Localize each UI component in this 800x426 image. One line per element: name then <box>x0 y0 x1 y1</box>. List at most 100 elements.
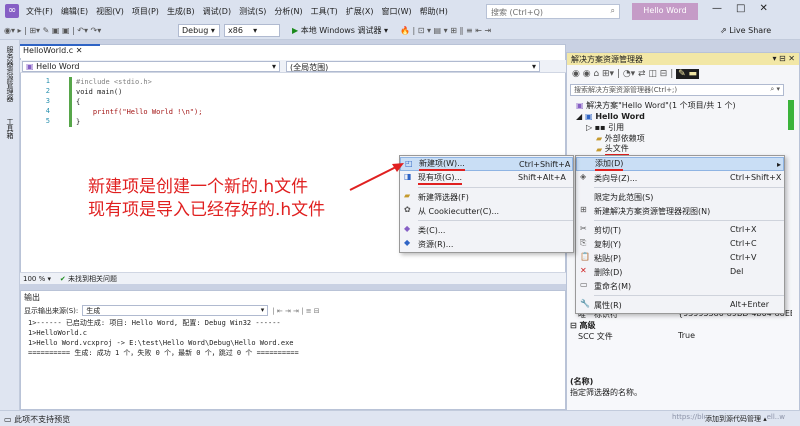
check-icon: ✔ <box>59 275 66 283</box>
code-text: printf("Hello World !\n"); <box>76 108 203 116</box>
menu-item[interactable]: 编辑(E) <box>57 6 92 17</box>
context-menu-item[interactable]: ✕ 删除(D) Del <box>576 265 784 279</box>
project-icon: ▣ <box>26 62 34 71</box>
context-menu-item[interactable]: 📋 粘贴(P) Ctrl+V <box>576 251 784 265</box>
toolbox-tab[interactable]: 工具箱 <box>5 118 15 139</box>
submenu-item[interactable]: ◆ 类(C)... <box>400 223 573 237</box>
menu-separator <box>418 220 573 221</box>
source-control-button[interactable]: 添加到源代码管理 ▴ <box>705 414 767 424</box>
annotation-arrow <box>349 163 404 191</box>
menu-item[interactable]: 项目(P) <box>128 6 163 17</box>
code-area[interactable]: 1 #include <stdio.h> 2 void main() 3{4 print… <box>36 77 203 127</box>
toolbar-tools[interactable]: 🔥 | ⊡ ▾ ▤ ▾ ⊞ ∥ ≡ ⇤ ⇥ <box>400 24 491 37</box>
menu-item-icon: 🔧 <box>580 299 590 308</box>
menu-item-icon: 📋 <box>580 252 590 261</box>
code-line[interactable]: 3{ <box>36 97 202 107</box>
submenu-arrow-icon: ▸ <box>777 160 782 169</box>
scope-left-select[interactable]: ▣ Hello Word ▾ <box>22 61 280 72</box>
context-menu-item[interactable]: ▭ 重命名(M) <box>576 279 784 293</box>
menu-item[interactable]: 文件(F) <box>22 6 57 17</box>
submenu-item-label: 从 Cookiecutter(C)... <box>418 206 500 216</box>
output-source-row: 显示输出来源(S): 生成 ▾ | ⇤ ⇥ ⇥ | ≡ ⊟ <box>24 305 320 316</box>
menu-item[interactable]: 测试(S) <box>235 6 270 17</box>
tab-helloworld[interactable]: HelloWorld.c ✕ <box>20 44 100 58</box>
context-menu-item[interactable]: ⎘ 复制(Y) Ctrl+C <box>576 237 784 251</box>
code-text: void main() <box>76 88 123 96</box>
prop-desc-text: 指定筛选器的名称。 <box>570 388 642 397</box>
submenu-item-label: 新建筛选器(F) <box>418 192 469 202</box>
menu-item-icon: ✕ <box>580 266 587 275</box>
menu-item[interactable]: 工具(T) <box>307 6 342 17</box>
submenu-item[interactable]: ◆ 资源(R)... <box>400 237 573 251</box>
menu-separator <box>594 220 784 221</box>
scope-left-value: Hello Word <box>36 62 80 71</box>
expand-icon[interactable]: ◢ <box>576 112 582 121</box>
context-menu-item[interactable]: 添加(D) ▸ <box>576 157 784 171</box>
code-line[interactable]: 5} <box>36 117 202 127</box>
scope-right-value: (全局范围) <box>290 63 329 72</box>
output-title: 输出 <box>24 293 40 302</box>
menu-item-icon: ⊞ <box>580 205 587 214</box>
context-menu-item[interactable]: ◈ 类向导(Z)... Ctrl+Shift+X <box>576 171 784 185</box>
tree-item-project[interactable]: ◢ ▣ Hello Word <box>572 111 736 122</box>
tree-item-external-deps[interactable]: ▰ 外部依赖项 <box>572 133 736 144</box>
menu-item[interactable]: 调试(D) <box>199 6 235 17</box>
code-text: } <box>76 118 81 126</box>
menu-item-label: 粘贴(P) <box>594 253 622 263</box>
output-line: ========== 生成: 成功 1 个，失败 0 个，最新 0 个，跳过 0… <box>28 349 299 357</box>
menu-item-shortcut: Ctrl+C <box>730 239 757 248</box>
code-line[interactable]: 4 printf("Hello World !\n"); <box>36 107 203 117</box>
tree-label: 解决方案"Hello Word"(1 个项目/共 1 个) <box>586 101 736 110</box>
nav-buttons[interactable]: ◉▾ ▸ | ⊞▾ ✎ ▣ ▣ | ↶▾ ↷▾ <box>4 24 101 37</box>
search-input[interactable]: 搜索 (Ctrl+Q) ⌕ <box>486 4 620 19</box>
close-icon[interactable]: ✕ <box>76 46 83 55</box>
context-menu-item[interactable]: 限定为此范围(S) <box>576 190 784 204</box>
folder-icon: ▰ <box>596 134 603 143</box>
output-source-select[interactable]: 生成 ▾ <box>82 305 269 316</box>
tree-label: 引用 <box>608 123 625 132</box>
menu-item-label: 重命名(M) <box>594 281 632 291</box>
line-number: 3 <box>45 97 50 105</box>
menu-item[interactable]: 视图(V) <box>92 6 128 17</box>
config-select[interactable]: Debug ▾ <box>178 24 220 37</box>
context-menu-item[interactable]: ✂ 剪切(T) Ctrl+X <box>576 223 784 237</box>
zoom-level[interactable]: 100 % <box>23 275 45 283</box>
line-number: 2 <box>45 87 50 95</box>
tree-item-header-files[interactable]: ▰ 头文件 <box>572 144 736 156</box>
context-menu-item[interactable]: ⊞ 新建解决方案资源管理器视图(N) <box>576 204 784 218</box>
menu-item[interactable]: 帮助(H) <box>416 6 452 17</box>
submenu-item[interactable]: ◰ 新建项(W)... Ctrl+Shift+A <box>400 157 573 171</box>
platform-select[interactable]: x86 ▾ <box>224 24 280 37</box>
solution-explorer-toolbar[interactable]: ◉ ◉ ⌂ ⊞▾ | ◔▾ ⇄ ◫ ⊟ | ✎ ▬ <box>572 69 700 79</box>
submenu-item[interactable]: ◨ 现有项(G)... Shift+Alt+A <box>400 171 573 185</box>
submenu-item[interactable]: ✿ 从 Cookiecutter(C)... <box>400 204 573 218</box>
menu-item[interactable]: 扩展(X) <box>342 6 378 17</box>
tree-item-references[interactable]: ▷ ▪▪ 引用 <box>572 122 736 133</box>
submenu-item-label: 类(C)... <box>418 225 446 235</box>
run-button[interactable]: ▶ 本地 Windows 调试器 ▾ <box>292 24 388 37</box>
submenu-item[interactable]: ▰ 新建筛选器(F) <box>400 190 573 204</box>
menu-item[interactable]: 窗口(W) <box>378 6 416 17</box>
server-explorer-tab[interactable]: 服务器资源管理器 <box>5 46 15 102</box>
collapse-icon[interactable]: ▷ <box>586 123 592 132</box>
editor-status-bar: 100 % ▾ ✔ 未找到相关问题 <box>20 272 566 284</box>
solution-search[interactable]: 搜索解决方案资源管理器(Ctrl+;) ⌕ ▾ <box>570 84 784 96</box>
live-share-button[interactable]: ⇗ Live Share <box>720 24 771 37</box>
menu-item-shortcut: Del <box>730 267 744 276</box>
code-line[interactable]: 1 #include <stdio.h> <box>36 77 202 87</box>
menu-item-label: 剪切(T) <box>594 225 622 235</box>
prop-value[interactable]: True <box>678 331 695 340</box>
menu-item[interactable]: 分析(N) <box>270 6 306 17</box>
prop-key: SCC 文件 <box>578 332 613 341</box>
share-icon: ⇗ <box>720 26 727 35</box>
prop-group[interactable]: ⊟ 高级 <box>570 320 596 331</box>
scope-right-select[interactable]: (全局范围) ▾ <box>286 61 540 72</box>
output-source-value: 生成 <box>86 307 101 315</box>
references-icon: ▪▪ <box>594 123 606 132</box>
prop-row-scc: SCC 文件 True <box>578 331 792 342</box>
menu-item[interactable]: 生成(B) <box>163 6 199 17</box>
output-tools[interactable]: | ⇤ ⇥ ⇥ | ≡ ⊟ <box>272 307 319 315</box>
code-line[interactable]: 2 void main() <box>36 87 202 97</box>
context-menu-item[interactable]: 🔧 属性(R) Alt+Enter <box>576 298 784 312</box>
tree-item-solution[interactable]: ▣ 解决方案"Hello Word"(1 个项目/共 1 个) <box>572 100 736 111</box>
